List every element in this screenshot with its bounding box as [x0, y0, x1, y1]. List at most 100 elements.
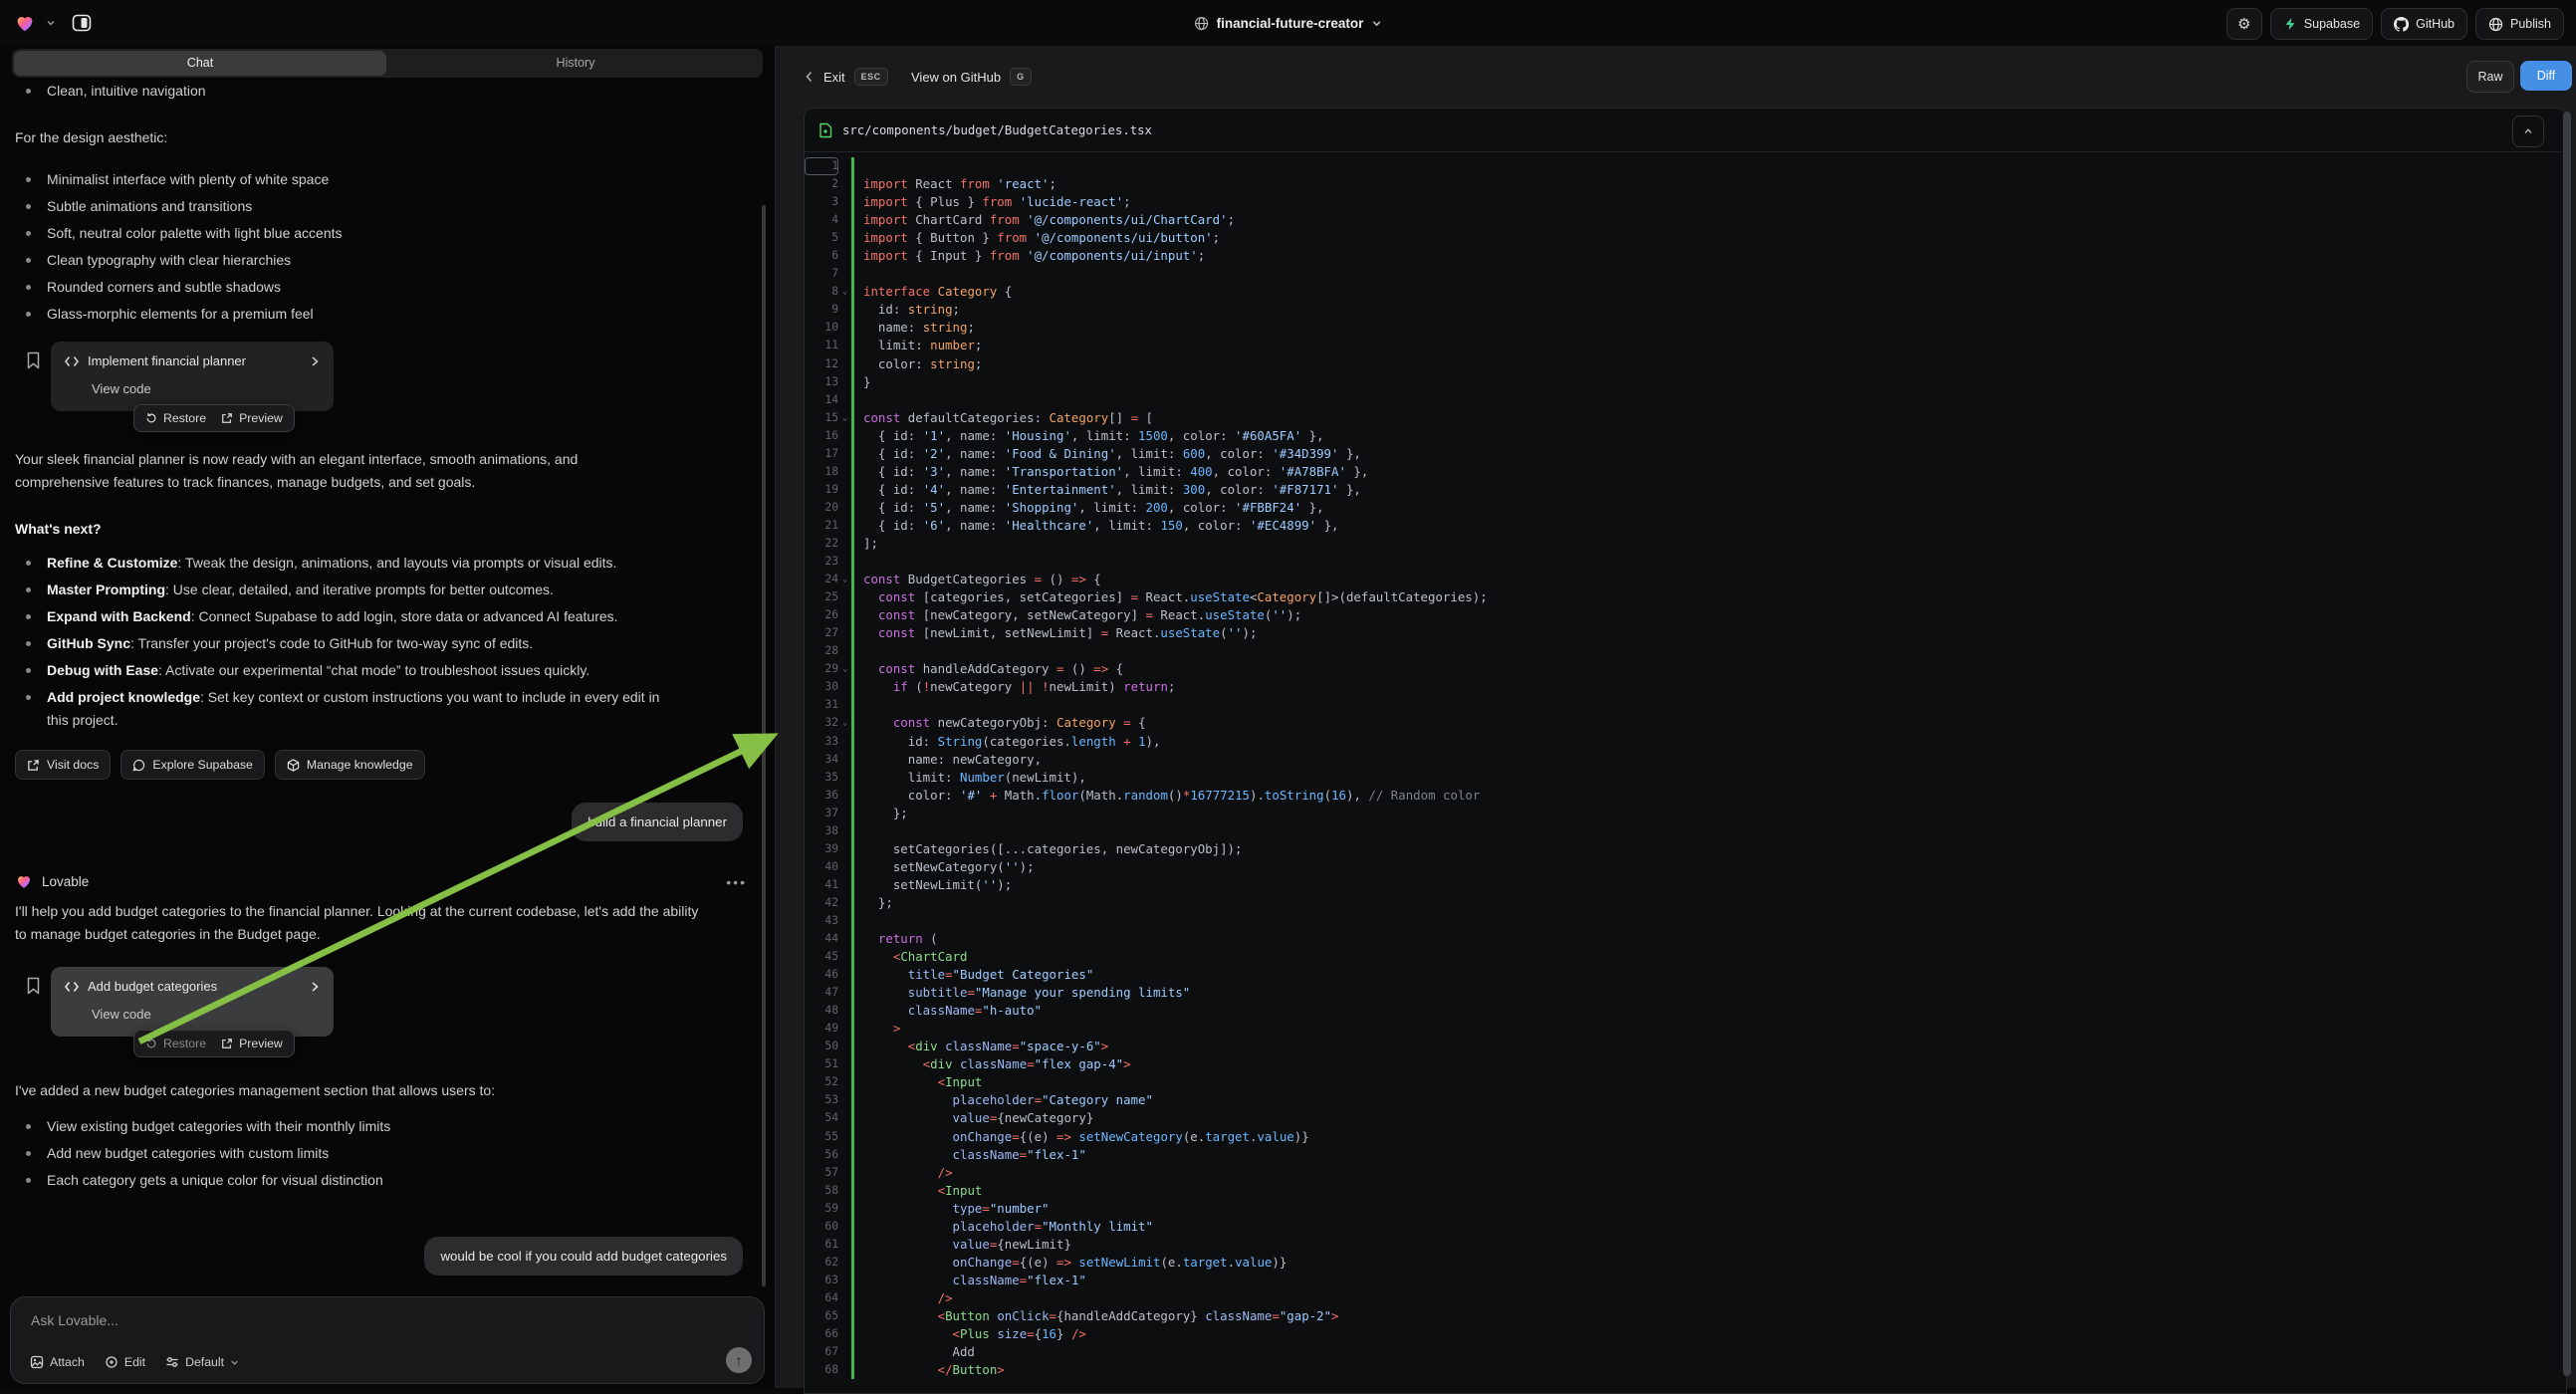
- line-number: 39: [805, 840, 838, 858]
- code-line: 22];: [805, 535, 2566, 553]
- back-chevron-icon[interactable]: [804, 62, 815, 92]
- line-number: 3: [805, 193, 838, 211]
- view-on-github-button[interactable]: View on GitHub G: [911, 62, 1032, 92]
- github-button[interactable]: GitHub: [2381, 8, 2467, 40]
- diff-toggle-button[interactable]: Diff: [2520, 61, 2572, 91]
- fold-chevron-icon[interactable]: ⌄: [838, 283, 851, 301]
- line-number: 32: [805, 714, 838, 732]
- fold-chevron-icon: [838, 355, 851, 373]
- fold-chevron-icon[interactable]: ⌄: [838, 571, 851, 588]
- composer: Attach Edit Default ↑: [10, 1296, 765, 1384]
- fold-chevron-icon: [838, 373, 851, 391]
- collapse-file-button[interactable]: [2512, 116, 2544, 147]
- code-line: 40 setNewCategory('');: [805, 858, 2566, 876]
- list-item: Refine & Customize: Tweak the design, an…: [15, 552, 684, 575]
- view-code-link[interactable]: View code: [92, 1007, 151, 1022]
- line-number: 4: [805, 211, 838, 229]
- tab-chat[interactable]: Chat: [12, 49, 388, 78]
- line-number: 34: [805, 751, 838, 769]
- exit-button[interactable]: Exit ESC: [823, 62, 888, 92]
- fold-chevron-icon: [838, 1055, 851, 1073]
- github-icon: [2394, 17, 2409, 32]
- attach-button[interactable]: Attach: [23, 1350, 92, 1374]
- line-number: 37: [805, 805, 838, 822]
- fold-chevron-icon[interactable]: ⌄: [838, 660, 851, 678]
- restore-button[interactable]: Restore: [145, 411, 206, 425]
- code-text: color: string;: [854, 355, 982, 373]
- list-item: Add new budget categories with custom li…: [15, 1142, 712, 1165]
- code-editor[interactable]: 12import React from 'react';3import { Pl…: [805, 152, 2566, 1393]
- code-line: 42 };: [805, 894, 2566, 912]
- publish-button[interactable]: Publish: [2475, 8, 2564, 40]
- supabase-button[interactable]: Supabase: [2270, 8, 2373, 40]
- edit-mode-button[interactable]: Edit: [98, 1350, 152, 1374]
- code-line: 66 <Plus size={16} />: [805, 1325, 2566, 1343]
- panel-toggle-icon[interactable]: [72, 13, 92, 33]
- line-number: 20: [805, 499, 838, 517]
- line-number: 56: [805, 1146, 838, 1164]
- chat-scrollbar[interactable]: [762, 205, 766, 1286]
- chat-input[interactable]: [29, 1311, 630, 1329]
- bookmark-icon[interactable]: [26, 977, 41, 995]
- line-number: 44: [805, 930, 838, 948]
- tab-history[interactable]: History: [388, 49, 763, 78]
- list-item: Clean typography with clear hierarchies: [15, 249, 712, 272]
- version-card-implement-financial-planner[interactable]: Implement financial planner View code: [51, 342, 334, 411]
- code-line: 53 placeholder="Category name": [805, 1091, 2566, 1109]
- view-code-link[interactable]: View code: [92, 381, 151, 396]
- settings-button[interactable]: ⚙: [2226, 8, 2262, 40]
- code-text: placeholder="Monthly limit": [854, 1218, 1153, 1236]
- code-line: 26 const [newCategory, setNewCategory] =…: [805, 606, 2566, 624]
- explore-supabase-button[interactable]: Explore Supabase: [120, 750, 265, 780]
- code-toolbar: Exit ESC View on GitHub G Raw Diff: [776, 46, 2576, 108]
- code-line: 55 onChange={(e) => setNewCategory(e.tar…: [805, 1128, 2566, 1146]
- chevron-down-icon[interactable]: [46, 18, 56, 28]
- send-button[interactable]: ↑: [726, 1347, 752, 1373]
- line-number: 25: [805, 588, 838, 606]
- restore-icon: [145, 1038, 157, 1049]
- fold-chevron-icon: [838, 553, 851, 571]
- fold-chevron-icon[interactable]: ⌄: [838, 714, 851, 732]
- fold-chevron-icon: [838, 427, 851, 445]
- manage-knowledge-button[interactable]: Manage knowledge: [275, 750, 425, 780]
- line-number: 19: [805, 481, 838, 499]
- version-card-add-budget-categories[interactable]: Add budget categories View code: [51, 967, 334, 1037]
- file-header[interactable]: src/components/budget/BudgetCategories.t…: [805, 109, 2566, 152]
- fold-chevron-icon[interactable]: ⌄: [838, 409, 851, 427]
- model-selector[interactable]: Default: [158, 1350, 246, 1374]
- fold-chevron-icon: [838, 966, 851, 984]
- g-key-badge: G: [1010, 68, 1032, 86]
- list-item: Add project knowledge: Set key context o…: [15, 686, 684, 732]
- code-text: placeholder="Category name": [854, 1091, 1153, 1109]
- project-switcher[interactable]: financial-future-creator: [1194, 0, 1383, 46]
- restore-button[interactable]: Restore: [145, 1037, 206, 1050]
- lovable-heart-icon[interactable]: [14, 12, 36, 34]
- code-text: className="flex-1": [854, 1272, 1086, 1289]
- line-number: 60: [805, 1218, 838, 1236]
- supabase-icon: [2283, 17, 2297, 31]
- code-text: import { Input } from '@/components/ui/i…: [854, 247, 1205, 265]
- visit-docs-button[interactable]: Visit docs: [15, 750, 111, 780]
- bookmark-icon[interactable]: [26, 351, 41, 369]
- code-text: { id: '2', name: 'Food & Dining', limit:…: [854, 445, 1361, 463]
- line-number: 2: [805, 175, 838, 193]
- list-item: Expand with Backend: Connect Supabase to…: [15, 605, 684, 628]
- line-number: 8: [805, 283, 838, 301]
- raw-toggle-button[interactable]: Raw: [2466, 61, 2514, 93]
- code-line: 27 const [newLimit, setNewLimit] = React…: [805, 624, 2566, 642]
- code-line: 32⌄ const newCategoryObj: Category = {: [805, 714, 2566, 732]
- line-number: 9: [805, 301, 838, 319]
- version-card-1-group: Implement financial planner View code Re…: [0, 342, 418, 441]
- publish-globe-icon: [2488, 17, 2503, 32]
- more-options-icon[interactable]: •••: [726, 874, 747, 890]
- code-line: 33 id: String(categories.length + 1),: [805, 733, 2566, 751]
- preview-button[interactable]: Preview: [221, 1037, 283, 1050]
- code-text: const newCategoryObj: Category = {: [854, 714, 1146, 732]
- code-line: 39 setCategories([...categories, newCate…: [805, 840, 2566, 858]
- code-scrollbar[interactable]: [2563, 112, 2571, 1376]
- fold-chevron-icon: [838, 1002, 851, 1020]
- line-number: 11: [805, 337, 838, 354]
- line-number: 67: [805, 1343, 838, 1361]
- gear-icon: ⚙: [2237, 15, 2250, 33]
- preview-button[interactable]: Preview: [221, 411, 283, 425]
